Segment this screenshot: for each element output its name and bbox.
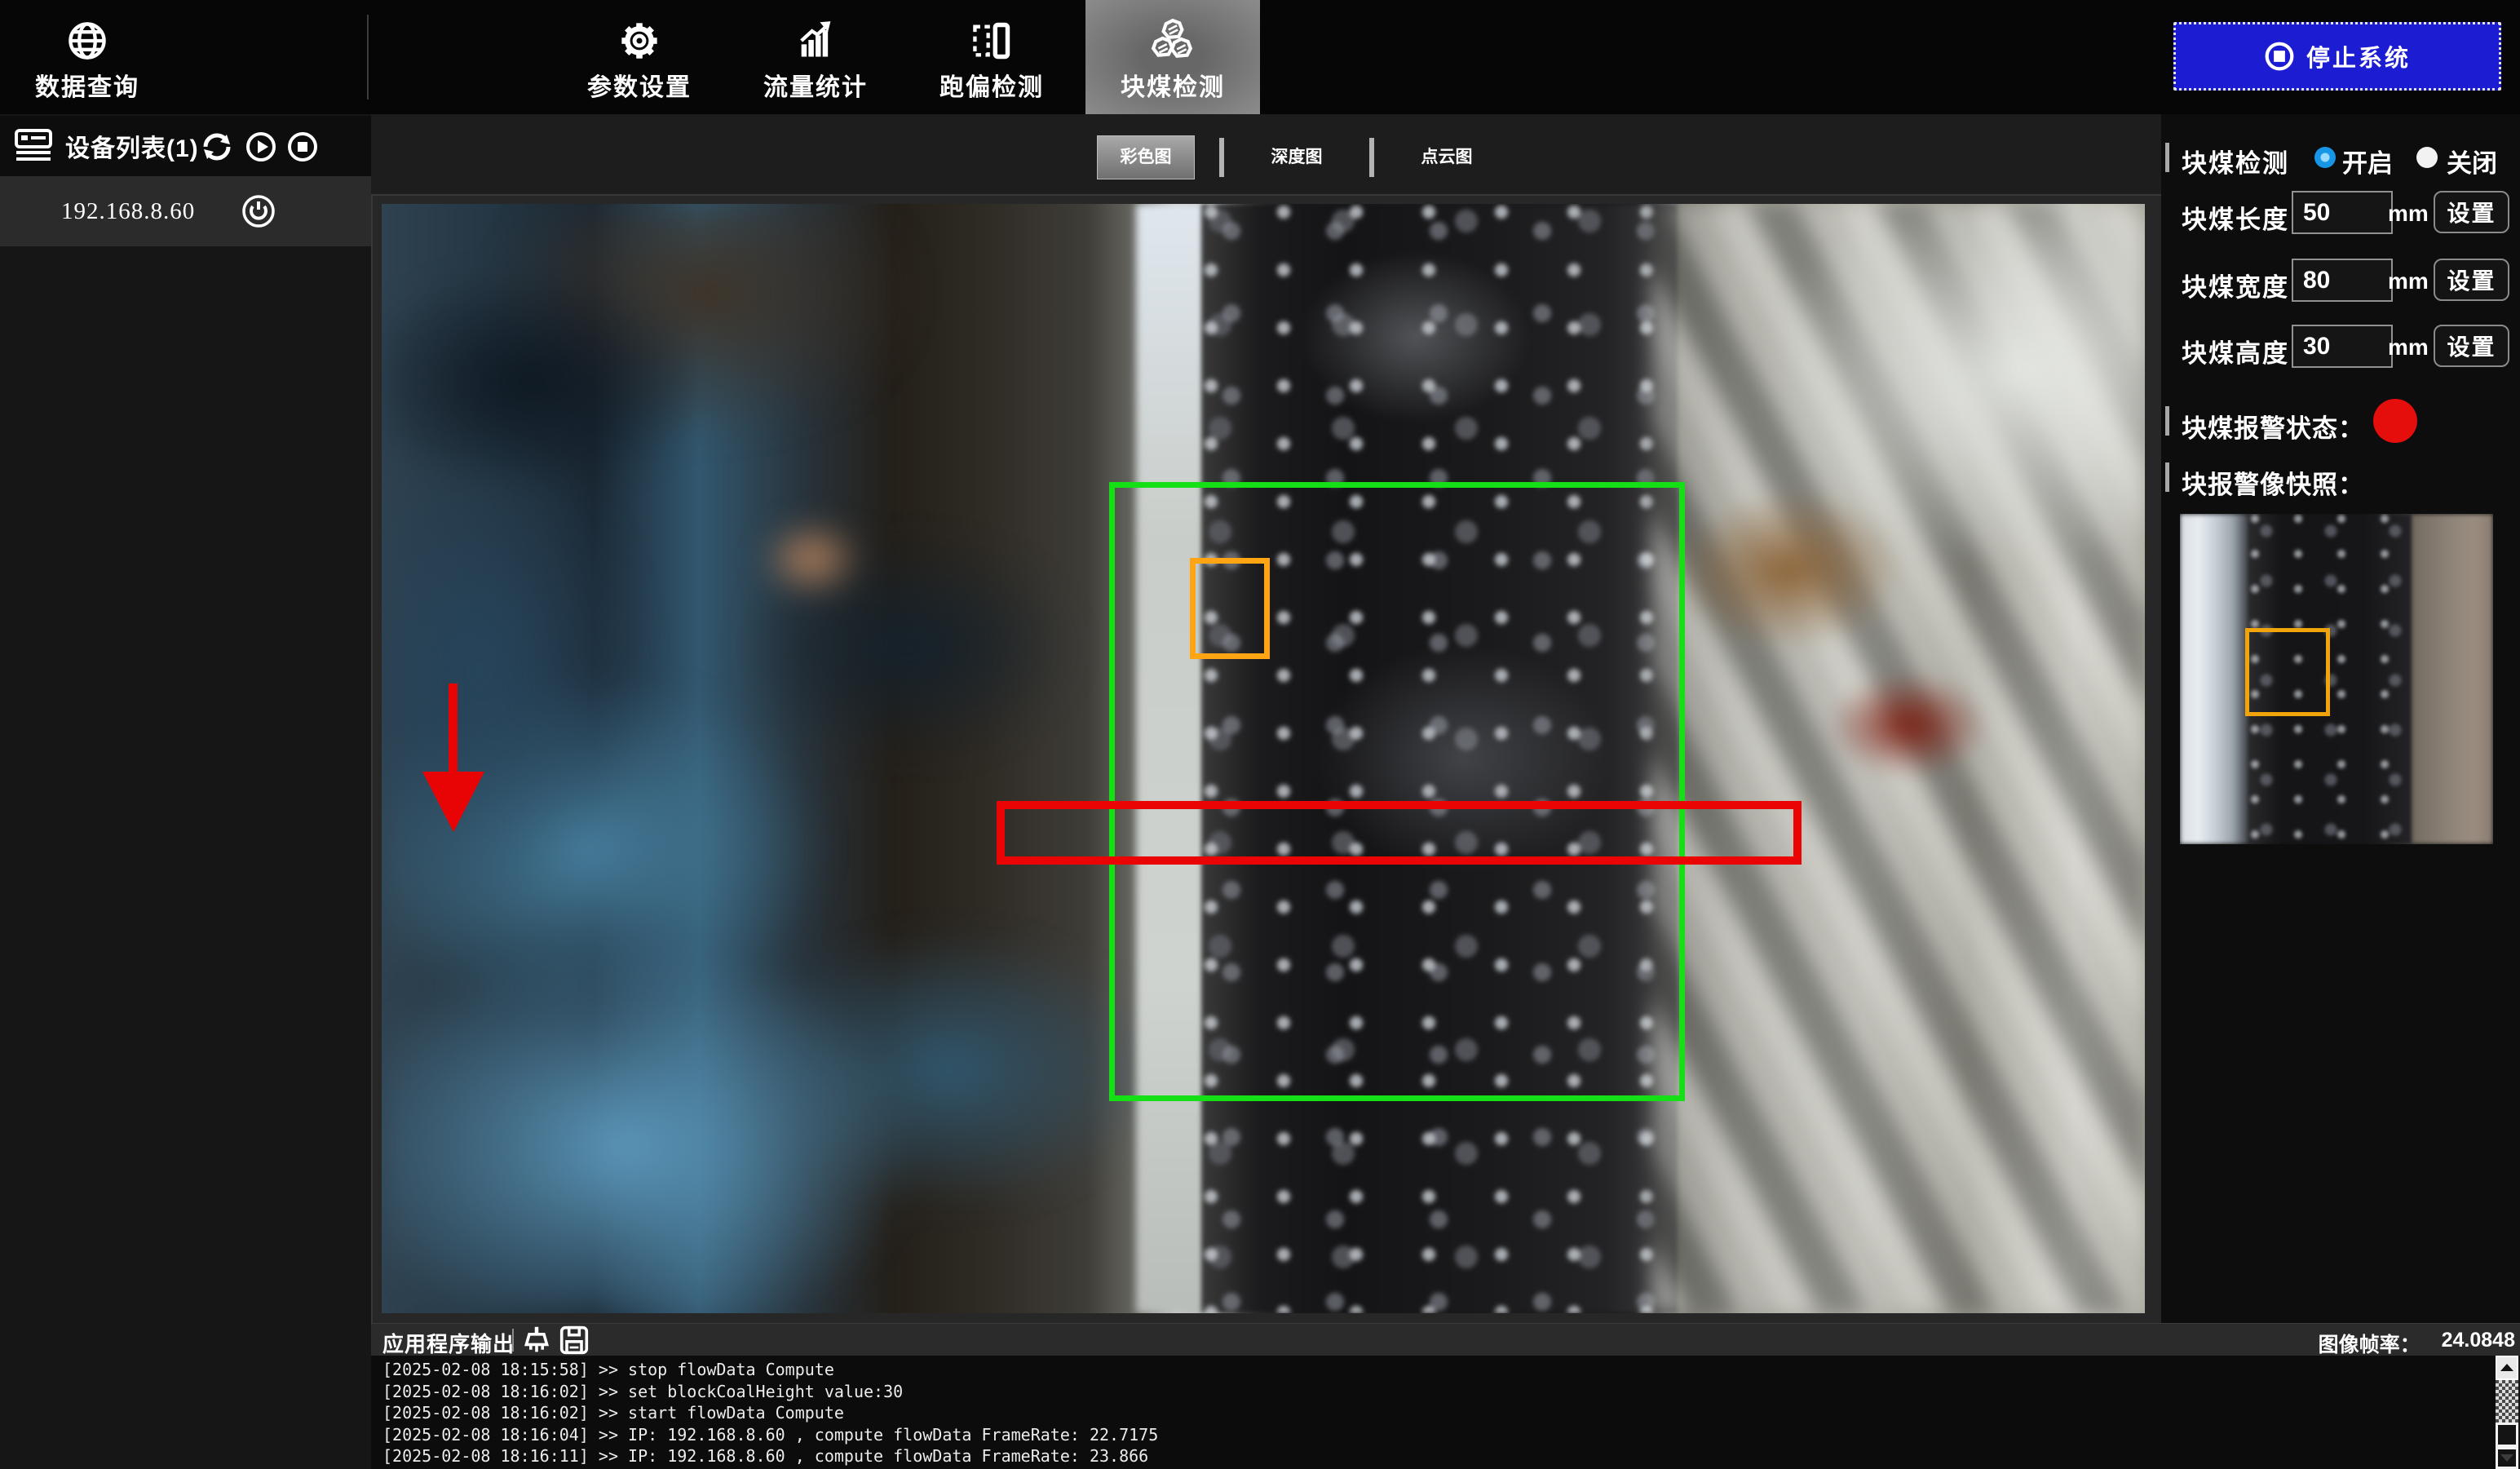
flow-direction-arrow-icon bbox=[421, 684, 486, 835]
start-all-icon[interactable] bbox=[245, 131, 276, 162]
gear-icon bbox=[552, 18, 727, 64]
main-view: 彩色图 深度图 点云图 bbox=[371, 114, 2161, 1323]
snapshot-label-row: 块报警像快照： bbox=[2161, 461, 2520, 498]
frame-rate-label: 图像帧率： bbox=[2319, 1329, 2421, 1358]
scene-workers-area bbox=[382, 204, 1193, 1313]
log-panel-title: 应用程序输出 bbox=[382, 1328, 515, 1358]
stop-system-label: 停止系统 bbox=[2306, 39, 2411, 73]
log-header-divider bbox=[512, 1329, 514, 1352]
power-icon[interactable] bbox=[241, 194, 276, 228]
tab-separator bbox=[1219, 138, 1224, 177]
application-log: [2025-02-08 18:15:58] >> stop flowData C… bbox=[371, 1356, 2497, 1469]
view-tabbar: 彩色图 深度图 点云图 bbox=[1097, 135, 1495, 179]
block-height-set-button[interactable]: 设置 bbox=[2434, 325, 2509, 367]
tab-point-cloud[interactable]: 点云图 bbox=[1399, 136, 1495, 179]
deviation-icon bbox=[904, 18, 1079, 64]
stop-icon bbox=[2264, 41, 2295, 72]
refresh-devices-icon[interactable] bbox=[201, 131, 232, 162]
save-log-icon[interactable] bbox=[559, 1325, 589, 1355]
alarm-status-label: 块煤报警状态： bbox=[2182, 408, 2364, 445]
device-row[interactable]: 192.168.8.60 bbox=[0, 176, 371, 246]
toolbar-item-label: 流量统计 bbox=[728, 67, 903, 103]
stop-system-button[interactable]: 停止系统 bbox=[2173, 22, 2501, 91]
log-line: [2025-02-08 18:15:58] >> stop flowData C… bbox=[371, 1359, 2497, 1381]
toolbar-item-deviation-detection[interactable]: 跑偏检测 bbox=[904, 0, 1079, 114]
flow-chart-icon bbox=[728, 18, 903, 64]
snapshot-block-box-orange bbox=[2245, 628, 2330, 716]
block-length-input[interactable] bbox=[2292, 191, 2393, 234]
coal-blocks-icon bbox=[1085, 18, 1260, 64]
accent-bar bbox=[2165, 143, 2169, 172]
block-height-unit: mm bbox=[2388, 334, 2429, 361]
tab-depth-image[interactable]: 深度图 bbox=[1249, 136, 1345, 179]
toolbar-item-data-query[interactable]: 数据查询 bbox=[0, 0, 175, 114]
block-width-unit: mm bbox=[2388, 268, 2429, 294]
coal-detection-app: 参数设置 流量统计 跑偏检测 bbox=[0, 0, 2520, 1469]
scrollbar-up-icon[interactable] bbox=[2496, 1356, 2518, 1380]
camera-image-frame bbox=[371, 194, 2161, 1325]
block-height-row: 块煤高度 mm 设置 bbox=[2161, 325, 2520, 368]
frame-rate-readout: 图像帧率： 24.0848 bbox=[2319, 1329, 2515, 1358]
detection-on-label: 开启 bbox=[2342, 143, 2393, 179]
alarm-snapshot-image bbox=[2180, 514, 2493, 844]
detection-off-label: 关闭 bbox=[2447, 143, 2497, 179]
device-list-title: 设备列表(1) bbox=[65, 128, 199, 164]
block-width-label: 块煤宽度 bbox=[2182, 267, 2289, 303]
toolbar-item-label: 参数设置 bbox=[552, 67, 727, 103]
scrollbar-thumb[interactable] bbox=[2496, 1423, 2518, 1447]
block-length-unit: mm bbox=[2388, 201, 2429, 227]
log-line: [2025-02-08 18:16:02] >> set blockCoalHe… bbox=[371, 1381, 2497, 1403]
block-height-label: 块煤高度 bbox=[2182, 333, 2289, 369]
camera-color-image bbox=[382, 204, 2145, 1313]
detection-settings-panel: 块煤检测 开启 关闭 块煤长度 mm 设置 块煤宽度 mm 设置 块煤高度 mm… bbox=[2161, 114, 2520, 1469]
device-list-icon bbox=[15, 129, 52, 163]
block-height-input[interactable] bbox=[2292, 325, 2393, 368]
log-line: [2025-02-08 18:16:11] >> IP: 192.168.8.6… bbox=[371, 1445, 2497, 1467]
main-toolbar: 参数设置 流量统计 跑偏检测 bbox=[0, 0, 2520, 115]
toolbar-item-coal-block-detection[interactable]: 块煤检测 bbox=[1085, 0, 1260, 114]
toolbar-item-parameter-settings[interactable]: 参数设置 bbox=[552, 0, 727, 114]
block-width-row: 块煤宽度 mm 设置 bbox=[2161, 259, 2520, 302]
toolbar-divider bbox=[367, 15, 369, 100]
block-length-set-button[interactable]: 设置 bbox=[2434, 191, 2509, 233]
toolbar-item-label: 跑偏检测 bbox=[904, 67, 1079, 103]
clear-log-brush-icon[interactable] bbox=[522, 1325, 551, 1355]
device-list-header: 设备列表(1) bbox=[0, 116, 371, 176]
detection-off-radio[interactable] bbox=[2416, 147, 2438, 168]
alarm-status-row: 块煤报警状态： bbox=[2161, 392, 2520, 449]
log-line: [2025-02-08 18:16:04] >> IP: 192.168.8.6… bbox=[371, 1424, 2497, 1446]
block-length-label: 块煤长度 bbox=[2182, 199, 2289, 236]
device-sidebar: 设备列表(1) 1 bbox=[0, 114, 371, 1469]
tab-color-image[interactable]: 彩色图 bbox=[1097, 135, 1195, 179]
detection-on-radio[interactable] bbox=[2314, 147, 2336, 168]
device-ip: 192.168.8.60 bbox=[61, 176, 195, 246]
block-width-input[interactable] bbox=[2292, 259, 2393, 302]
frame-rate-value: 24.0848 bbox=[2442, 1329, 2515, 1358]
snapshot-label: 块报警像快照： bbox=[2182, 464, 2364, 501]
accent-bar bbox=[2165, 462, 2169, 492]
measure-line-roi-red bbox=[997, 801, 1802, 865]
stop-all-icon[interactable] bbox=[287, 131, 318, 162]
block-width-set-button[interactable]: 设置 bbox=[2434, 259, 2509, 301]
toolbar-item-flow-statistics[interactable]: 流量统计 bbox=[728, 0, 903, 114]
scene-machinery bbox=[1651, 204, 2145, 1313]
block-length-row: 块煤长度 mm 设置 bbox=[2161, 191, 2520, 234]
toolbar-item-label: 块煤检测 bbox=[1085, 67, 1260, 103]
detection-title-row: 块煤检测 开启 关闭 bbox=[2161, 137, 2520, 178]
accent-bar bbox=[2165, 406, 2169, 436]
tab-separator bbox=[1369, 138, 1374, 177]
log-scrollbar[interactable] bbox=[2496, 1356, 2520, 1469]
detected-block-box-orange bbox=[1190, 558, 1270, 659]
detection-panel-title: 块煤检测 bbox=[2182, 143, 2289, 179]
globe-icon bbox=[0, 18, 175, 64]
log-line: [2025-02-08 18:16:02] >> start flowData … bbox=[371, 1402, 2497, 1424]
log-header-bar: 应用程序输出 图像帧率： 24.0848 bbox=[371, 1323, 2520, 1356]
scrollbar-down-icon[interactable] bbox=[2496, 1447, 2518, 1469]
alarm-status-indicator bbox=[2373, 399, 2417, 443]
toolbar-item-label: 数据查询 bbox=[0, 67, 175, 103]
scrollbar-track[interactable] bbox=[2496, 1380, 2518, 1423]
